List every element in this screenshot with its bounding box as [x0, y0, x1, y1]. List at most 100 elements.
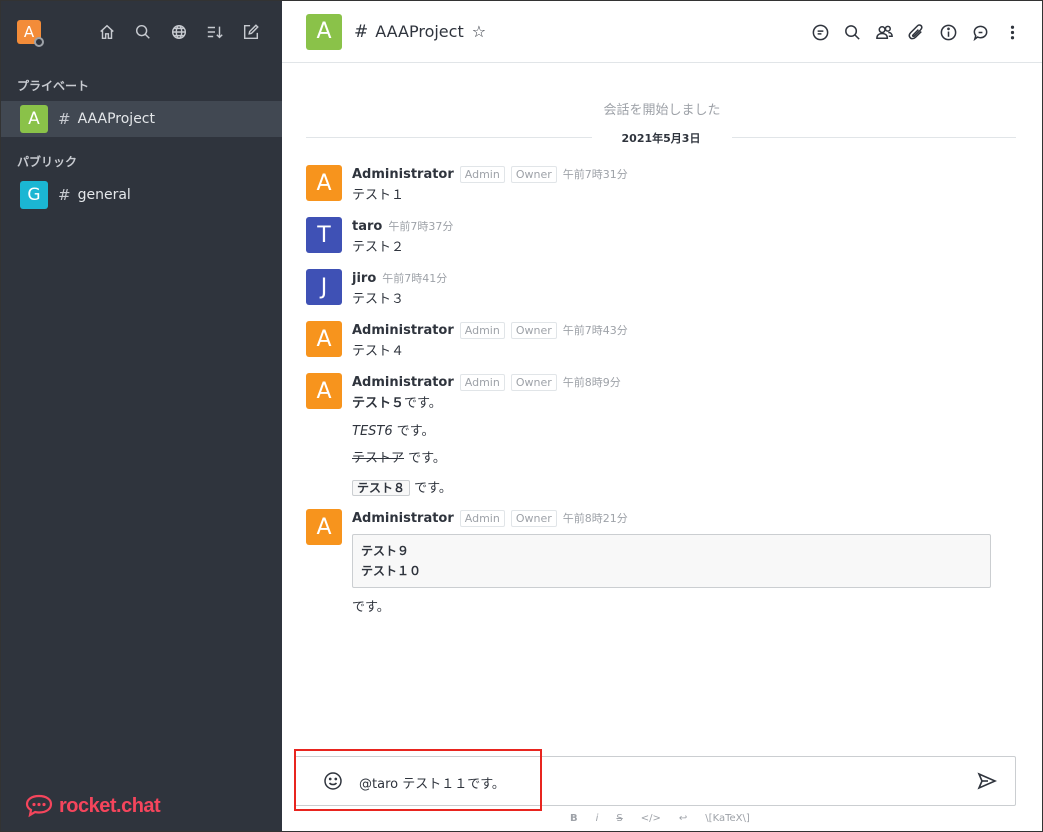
directory-globe-icon[interactable]	[170, 21, 188, 43]
role-badge: Owner	[510, 165, 557, 183]
role-badge: Admin	[459, 321, 505, 339]
message-input[interactable]	[359, 771, 959, 793]
strike-format-button[interactable]: S	[616, 811, 622, 825]
message-timestamp: 午前7時43分	[562, 324, 628, 337]
role-badge: Admin	[459, 509, 505, 527]
message-text: テスト３	[352, 292, 405, 307]
bold-text: テスト５	[352, 396, 405, 411]
date-divider: 2021年5月3日	[306, 130, 1016, 145]
search-icon[interactable]	[842, 21, 862, 43]
message-text: テスト１	[352, 188, 405, 203]
favorite-star-icon[interactable]: ☆	[472, 22, 486, 41]
message-timestamp: 午前8時21分	[562, 512, 628, 525]
sidebar-item-general[interactable]: G # general	[1, 177, 282, 213]
message-text: テスト２	[352, 240, 405, 255]
conversation-start-label: 会話を開始しました	[603, 103, 721, 118]
message-line-bold: テスト５です。	[352, 395, 442, 413]
public-section-label: パブリック	[17, 155, 78, 169]
message-text: です。	[352, 600, 390, 615]
user-status-indicator	[34, 37, 44, 47]
message-timestamp: 午前8時9分	[562, 376, 621, 389]
strikethrough-text: テストア	[352, 451, 405, 466]
room-title: AAAProject	[375, 22, 464, 41]
rocket-chat-logo-icon	[25, 794, 53, 818]
room-name: general	[77, 187, 131, 203]
message-username[interactable]: Administrator	[352, 323, 454, 338]
private-section-label: プライベート	[17, 79, 90, 93]
sort-icon[interactable]	[206, 21, 224, 43]
bold-format-button[interactable]: B	[570, 811, 578, 825]
create-new-icon[interactable]	[242, 21, 260, 43]
message-item[interactable]: J jiro 午前7時41分 テスト３	[306, 269, 1006, 309]
room-avatar: A	[20, 105, 48, 133]
message-username[interactable]: Administrator	[352, 511, 454, 526]
room-name: AAAProject	[77, 111, 155, 127]
message-item[interactable]: A Administrator Admin Owner 午前8時9分 テスト５で…	[306, 373, 1006, 503]
role-badge: Admin	[459, 165, 505, 183]
message-avatar[interactable]: J	[306, 269, 342, 305]
brand-name: rocket.chat	[59, 794, 161, 817]
discussion-icon[interactable]	[810, 21, 830, 43]
message-composer	[294, 756, 1016, 806]
message-header: Administrator Admin Owner 午前8時21分	[352, 509, 628, 527]
inline-code: テスト８	[352, 480, 411, 496]
message-avatar[interactable]: A	[306, 373, 342, 409]
message-list: 会話を開始しました 2021年5月3日 A Administrator Admi…	[282, 64, 1042, 744]
channel-hash-icon: #	[58, 186, 71, 204]
message-item[interactable]: A Administrator Admin Owner 午前7時31分 テスト１	[306, 165, 1006, 205]
user-avatar-letter: A	[23, 23, 35, 41]
message-line-code: テスト８ です。	[352, 479, 452, 498]
code-line: テスト１０	[361, 564, 422, 578]
message-username[interactable]: Administrator	[352, 375, 454, 390]
code-line: テスト９	[361, 544, 410, 558]
date-divider-text: 2021年5月3日	[621, 132, 701, 145]
message-timestamp: 午前7時37分	[388, 220, 454, 233]
role-badge: Owner	[510, 509, 557, 527]
message-timestamp: 午前7時31分	[562, 168, 628, 181]
message-text: テスト４	[352, 344, 405, 359]
message-header: jiro 午前7時41分	[352, 269, 447, 287]
message-avatar[interactable]: A	[306, 509, 342, 545]
message-avatar[interactable]: T	[306, 217, 342, 253]
message-header: Administrator Admin Owner 午前7時31分	[352, 165, 628, 183]
home-icon[interactable]	[98, 21, 116, 43]
channel-hash-icon: #	[58, 110, 71, 128]
code-block: テスト９ テスト１０	[352, 534, 991, 588]
user-avatar[interactable]: A	[17, 20, 44, 47]
message-avatar[interactable]: A	[306, 165, 342, 201]
send-icon[interactable]	[977, 771, 999, 793]
message-item[interactable]: A Administrator Admin Owner 午前7時43分 テスト４	[306, 321, 1006, 361]
room-header: A # AAAProject ☆	[282, 1, 1042, 63]
attachment-icon[interactable]	[906, 21, 926, 43]
message-timestamp: 午前7時41分	[382, 272, 448, 285]
sidebar: A プライベート A # AAAProject パブリック G # genera…	[1, 1, 282, 831]
message-item[interactable]: T taro 午前7時37分 テスト２	[306, 217, 1006, 257]
message-line-italic: TEST6 です。	[352, 423, 434, 441]
main-panel: A # AAAProject ☆ 会話を開始しました 2021年5月3日 A A…	[282, 1, 1042, 831]
message-header: Administrator Admin Owner 午前8時9分	[352, 373, 621, 391]
plain-text: です。	[404, 396, 442, 411]
formatting-toolbar: B i S </> ↩ \[KaTeX\]	[570, 811, 750, 825]
multiline-format-button[interactable]: ↩	[679, 811, 687, 825]
message-username[interactable]: jiro	[352, 271, 376, 286]
room-header-avatar: A	[306, 13, 342, 50]
emoji-icon[interactable]	[323, 771, 345, 793]
sidebar-toolbar	[98, 21, 260, 43]
sidebar-item-aaaproject[interactable]: A # AAAProject	[1, 101, 282, 137]
message-username[interactable]: taro	[352, 219, 382, 234]
katex-format-button[interactable]: \[KaTeX\]	[705, 811, 749, 825]
kebab-menu-icon[interactable]	[1002, 21, 1022, 43]
message-avatar[interactable]: A	[306, 321, 342, 357]
members-icon[interactable]	[874, 21, 894, 43]
plain-text: です。	[404, 451, 446, 466]
search-icon[interactable]	[134, 21, 152, 43]
italic-text: TEST6	[352, 424, 393, 439]
message-username[interactable]: Administrator	[352, 167, 454, 182]
italic-format-button[interactable]: i	[596, 811, 599, 825]
message-header: taro 午前7時37分	[352, 217, 453, 235]
info-icon[interactable]	[938, 21, 958, 43]
threads-icon[interactable]	[970, 21, 990, 43]
message-item[interactable]: A Administrator Admin Owner 午前8時21分 テスト９…	[306, 509, 1006, 619]
room-toolbar	[810, 21, 1022, 43]
code-format-button[interactable]: </>	[641, 811, 661, 825]
